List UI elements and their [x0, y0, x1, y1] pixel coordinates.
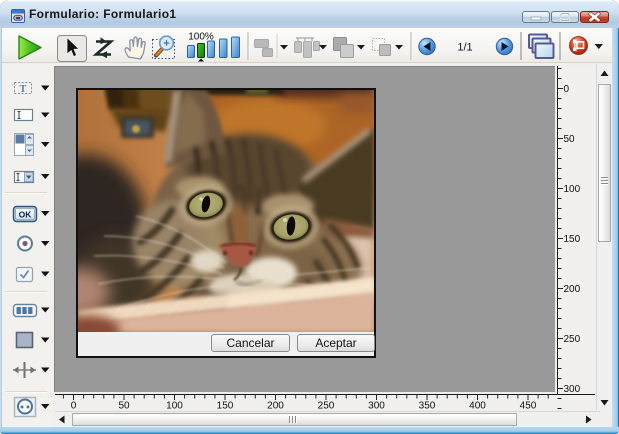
svg-text:350: 350: [419, 401, 436, 411]
svg-text:T: T: [20, 84, 27, 95]
svg-text:100: 100: [166, 401, 183, 411]
svg-text:300: 300: [368, 401, 385, 411]
svg-text:50: 50: [564, 134, 576, 145]
svg-text:OK: OK: [19, 210, 33, 220]
svg-text:150: 150: [564, 234, 581, 245]
svg-text:0: 0: [71, 401, 77, 411]
svg-text:450: 450: [520, 401, 537, 411]
svg-text:150: 150: [217, 401, 234, 411]
svg-text:400: 400: [469, 401, 486, 411]
svg-text:50: 50: [118, 401, 130, 411]
svg-text:0: 0: [564, 84, 570, 95]
svg-text:250: 250: [318, 401, 335, 411]
svg-text:200: 200: [564, 284, 581, 295]
svg-text:100: 100: [564, 184, 581, 195]
svg-text:1/1: 1/1: [457, 42, 472, 54]
svg-text:200: 200: [267, 401, 284, 411]
svg-text:250: 250: [564, 334, 581, 345]
